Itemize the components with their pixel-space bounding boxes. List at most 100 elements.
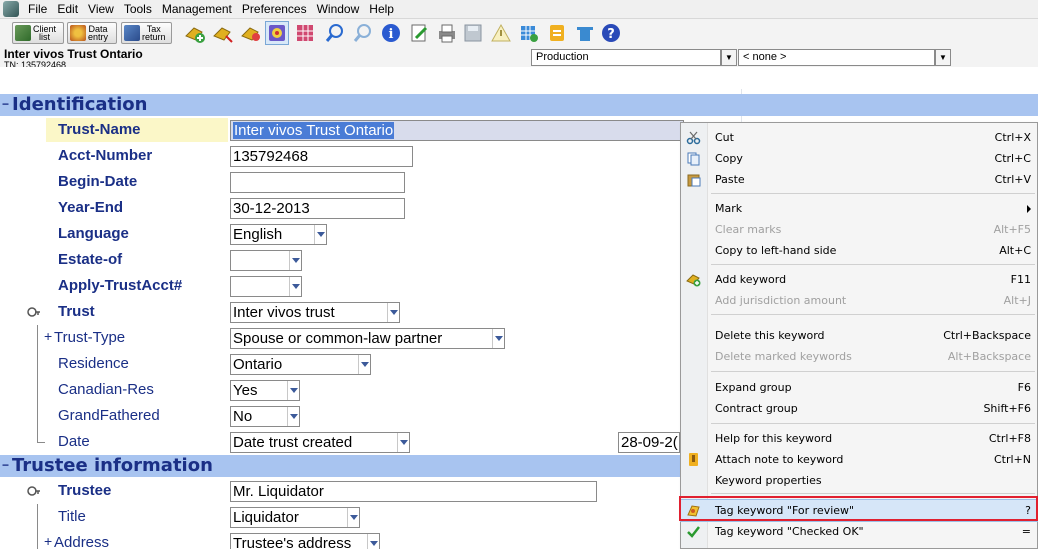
collapse-toggle[interactable]: − [2,98,11,110]
menu-item-attach-note[interactable]: Attach note to keyword Ctrl+N [681,449,1037,470]
acct-number-field[interactable]: 135792468 [230,146,413,167]
navigate-icon[interactable] [212,22,234,44]
row-language: Language English [0,221,740,247]
menu-item-label: Delete this keyword [715,329,825,342]
filter-combo[interactable]: < none > [738,49,935,66]
trust-name-field[interactable]: Inter vivos Trust Ontario [230,120,684,141]
row-address: + Address Trustee's address [0,530,740,549]
mode-combo-arrow[interactable]: ▼ [721,49,737,66]
client-list-icon [15,25,31,41]
grandfathered-dropdown[interactable]: No [230,406,300,427]
menu-edit[interactable]: Edit [52,0,83,19]
menu-management[interactable]: Management [157,0,237,19]
menu-item-delete-marked: Delete marked keywords Alt+Backspace [681,346,1037,367]
trust-dropdown[interactable]: Inter vivos trust [230,302,400,323]
chevron-down-icon[interactable] [289,251,301,270]
menu-help[interactable]: Help [364,0,399,19]
chevron-down-icon[interactable] [287,381,299,400]
search-icon[interactable] [324,22,346,44]
menu-item-contract-group[interactable]: Contract group Shift+F6 [681,398,1037,419]
data-entry-label-2: entry [88,32,109,42]
data-entry-button[interactable]: Data entry [67,22,117,44]
begin-date-field[interactable] [230,172,405,193]
trust-type-dropdown[interactable]: Spouse or common-law partner [230,328,505,349]
grandfathered-value: No [233,408,253,425]
title-dropdown[interactable]: Liquidator [230,507,360,528]
menu-separator [711,423,1035,424]
menu-item-copy[interactable]: Copy Ctrl+C [681,148,1037,169]
collapse-toggle[interactable]: − [2,459,11,471]
chevron-down-icon[interactable] [492,329,504,348]
note-icon[interactable] [546,22,568,44]
apply-trustacct-dropdown[interactable] [230,276,302,297]
menu-item-shortcut: Shift+F6 [983,402,1031,415]
info-icon[interactable]: i [380,22,402,44]
menu-item-add-keyword[interactable]: Add keyword F11 [681,269,1037,290]
menu-item-copy-left[interactable]: Copy to left-hand side Alt+C [681,240,1037,261]
estate-of-dropdown[interactable] [230,250,302,271]
toolbar: Client list Data entry Tax return i ? Inter… [0,19,1038,70]
trust-type-value: Spouse or common-law partner [233,330,443,347]
grid-icon[interactable] [294,22,316,44]
filter-combo-arrow[interactable]: ▼ [935,49,951,66]
menu-preferences[interactable]: Preferences [237,0,312,19]
chevron-down-icon[interactable] [358,355,370,374]
tax-return-button[interactable]: Tax return [121,22,172,44]
language-dropdown[interactable]: English [230,224,327,245]
chevron-down-icon[interactable] [347,508,359,527]
window-icon[interactable] [574,22,596,44]
menu-separator [711,371,1035,372]
expand-icon[interactable]: + [44,328,52,344]
menu-item-delete-keyword[interactable]: Delete this keyword Ctrl+Backspace [681,325,1037,346]
menu-separator [711,314,1035,315]
menu-view[interactable]: View [83,0,119,19]
search-next-icon[interactable] [352,22,374,44]
menu-item-paste[interactable]: Paste Ctrl+V [681,169,1037,190]
menu-item-shortcut: Alt+C [999,244,1031,257]
add-keyword-icon[interactable] [184,22,206,44]
help-icon[interactable]: ? [600,22,622,44]
calculator-icon[interactable] [518,22,540,44]
chevron-down-icon[interactable] [314,225,326,244]
save-icon[interactable] [462,22,484,44]
menu-window[interactable]: Window [312,0,365,19]
cut-icon [686,131,701,145]
menu-item-shortcut: Ctrl+V [994,173,1031,186]
checkmark-icon [687,526,700,538]
canadian-res-dropdown[interactable]: Yes [230,380,300,401]
menu-item-label: Contract group [715,402,798,415]
menu-item-expand-group[interactable]: Expand group F6 [681,377,1037,398]
row-year-end: Year-End 30-12-2013 [0,195,740,221]
chevron-down-icon[interactable] [397,433,409,452]
menu-item-mark[interactable]: Mark [681,198,1037,219]
trustee-field[interactable]: Mr. Liquidator [230,481,597,502]
chevron-down-icon[interactable] [367,534,379,549]
warning-icon[interactable] [490,22,512,44]
menu-item-label: Copy to left-hand side [715,244,837,257]
edit-icon[interactable] [408,22,430,44]
apply-trustacct-label: Apply-TrustAcct# [58,277,183,294]
mode-combo[interactable]: Production [531,49,721,66]
address-dropdown[interactable]: Trustee's address [230,533,380,549]
row-residence: Residence Ontario [0,351,740,377]
date-field[interactable]: 28-09-2( [618,432,680,453]
chevron-down-icon[interactable] [387,303,399,322]
residence-dropdown[interactable]: Ontario [230,354,371,375]
client-list-button[interactable]: Client list [12,22,64,44]
menu-item-shortcut: Alt+Backspace [947,350,1031,363]
tag-icon[interactable] [240,22,262,44]
menu-item-cut[interactable]: Cut Ctrl+X [681,127,1037,148]
menu-file[interactable]: File [23,0,52,19]
diagnostics-icon[interactable] [265,21,289,45]
menu-item-help-keyword[interactable]: Help for this keyword Ctrl+F8 [681,428,1037,449]
menu-item-keyword-properties[interactable]: Keyword properties [681,470,1037,491]
expand-icon[interactable]: + [44,533,52,549]
date-type-dropdown[interactable]: Date trust created [230,432,410,453]
chevron-down-icon[interactable] [287,407,299,426]
menu-item-tag-checked-ok[interactable]: Tag keyword "Checked OK" = [681,521,1037,542]
menu-tools[interactable]: Tools [119,0,157,19]
section-identification[interactable]: − Identification [0,94,1038,116]
print-icon[interactable] [436,22,458,44]
chevron-down-icon[interactable] [289,277,301,296]
year-end-field[interactable]: 30-12-2013 [230,198,405,219]
